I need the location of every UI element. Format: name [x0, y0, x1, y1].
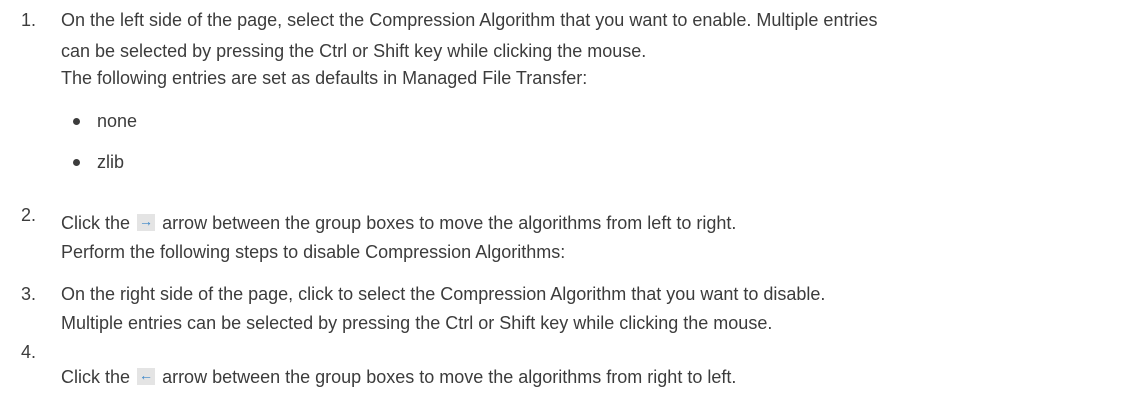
document-page: 1. On the left side of the page, select …: [0, 0, 1148, 393]
bullet-item: none: [97, 111, 138, 131]
step-text-line: can be selected by pressing the Ctrl or …: [61, 41, 647, 61]
bullet-icon: [73, 118, 80, 125]
step-text-line: On the left side of the page, select the…: [61, 10, 878, 30]
arrow-left-icon: ←: [137, 367, 156, 385]
step-number: 1.: [21, 10, 37, 30]
step-text: arrow between the group boxes to move th…: [162, 367, 737, 387]
step-text-line: On the right side of the page, click to …: [61, 284, 826, 304]
step-text: Click the: [61, 367, 131, 387]
step-text-line: Click the → arrow between the group boxe…: [61, 211, 736, 235]
bullet-item: zlib: [97, 152, 125, 172]
arrow-right-icon: →: [137, 213, 156, 231]
step-text: arrow between the group boxes to move th…: [162, 213, 737, 233]
step-number: 2.: [21, 205, 37, 225]
step-text-line: Perform the following steps to disable C…: [61, 242, 566, 262]
step-text-line: Multiple entries can be selected by pres…: [61, 313, 773, 333]
bullet-icon: [73, 159, 80, 166]
step-text-line: The following entries are set as default…: [61, 68, 588, 88]
step-text-line: Click the ← arrow between the group boxe…: [61, 365, 736, 389]
step-number: 4.: [21, 342, 37, 362]
step-number: 3.: [21, 284, 37, 304]
step-text: Click the: [61, 213, 131, 233]
